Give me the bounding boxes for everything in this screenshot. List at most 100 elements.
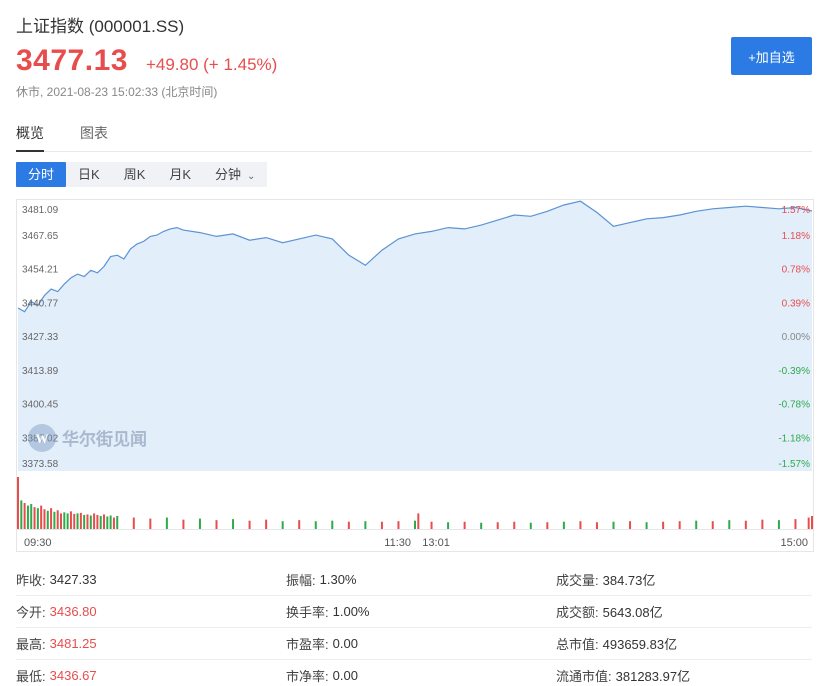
period-weekly-k[interactable]: 周K: [112, 162, 158, 187]
stat-value: 0.00: [332, 668, 358, 683]
tab-overview[interactable]: 概览: [16, 112, 44, 152]
intraday-chart[interactable]: 3481.09 3467.65 3454.21 3440.77 3427.33 3413.…: [16, 199, 814, 553]
volume-bar: [794, 519, 797, 529]
y-tick-label-right: -1.57%: [778, 459, 810, 470]
stat-label: 成交额:: [556, 605, 599, 620]
stat-value: 3436.80: [49, 604, 97, 619]
volume-bar: [30, 504, 33, 529]
stat-value: 3436.67: [49, 668, 97, 683]
chart-canvas: 3481.09 3467.65 3454.21 3440.77 3427.33 3413.…: [16, 199, 814, 552]
volume-bar: [66, 513, 69, 529]
stat-label: 换手率:: [286, 605, 329, 620]
y-tick-label-right: 1.18%: [782, 231, 810, 242]
y-tick-label-right: 0.78%: [782, 265, 810, 276]
add-to-watchlist-button[interactable]: +加自选: [731, 37, 812, 75]
chevron-down-icon: ⌄: [247, 171, 256, 182]
tab-chart[interactable]: 图表: [80, 112, 108, 151]
stat-cell: 市盈率: 0.00: [286, 634, 556, 653]
watermark-text: 华尔街见闻: [62, 429, 147, 450]
volume-bar: [811, 516, 813, 529]
watermark-icon-letter: W: [36, 431, 49, 446]
volume-bar: [807, 517, 810, 529]
y-tick-label-right: -1.18%: [778, 433, 810, 444]
stat-label: 流通市值:: [556, 669, 612, 684]
x-tick-label: 11:30: [384, 537, 411, 549]
volume-bar: [73, 513, 76, 529]
volume-bar: [103, 514, 106, 529]
volume-bar: [744, 520, 747, 529]
volume-bar: [414, 520, 416, 529]
volume-bar: [298, 520, 301, 529]
period-selector: 分时 日K 周K 月K 分钟 ⌄: [16, 162, 268, 187]
y-tick-label-left: 3373.58: [22, 459, 59, 470]
volume-bar: [198, 518, 201, 529]
volume-bar: [20, 500, 23, 529]
stat-label: 最低:: [16, 669, 46, 684]
stat-label: 成交量:: [556, 573, 599, 588]
stat-cell: 昨收: 3427.33: [16, 570, 286, 589]
volume-bar: [79, 512, 82, 529]
volume-bar: [761, 519, 764, 529]
stat-label: 市净率:: [286, 669, 329, 684]
y-tick-label-right: 1.57%: [782, 205, 810, 216]
volume-bar: [60, 513, 63, 529]
volume-bar: [711, 521, 714, 529]
volume-bar: [33, 507, 36, 529]
stat-cell: 流通市值: 381283.97亿: [556, 666, 812, 685]
market-status: 休市, 2021-08-23 15:02:33 (北京时间): [16, 85, 218, 99]
x-tick-label: 13:01: [422, 537, 450, 549]
stats-row: 最高: 3481.25 市盈率: 0.00 总市值: 493659.83亿: [16, 628, 812, 660]
stat-cell: 总市值: 493659.83亿: [556, 634, 812, 653]
volume-bar: [69, 511, 72, 529]
stat-value: 1.30%: [319, 572, 357, 587]
volume-bar: [109, 515, 112, 529]
current-price: 3477.13: [16, 44, 128, 77]
volume-bar: [43, 509, 46, 529]
volume-bar: [629, 521, 632, 529]
stat-cell: 市净率: 0.00: [286, 666, 556, 685]
stat-label: 振幅:: [286, 573, 316, 588]
stat-value: 3481.25: [49, 636, 97, 651]
volume-bar: [165, 517, 168, 529]
y-tick-label-left: 3440.77: [22, 298, 59, 309]
volume-bar: [595, 522, 598, 529]
stats-row: 最低: 3436.67 市净率: 0.00 流通市值: 381283.97亿: [16, 660, 812, 686]
volume-bar: [529, 522, 532, 529]
volume-bar: [645, 522, 648, 529]
y-tick-label-right: -0.78%: [778, 400, 810, 411]
stat-label: 今开:: [16, 605, 46, 620]
stat-value: 5643.08亿: [602, 605, 663, 620]
volume-bar: [26, 505, 29, 529]
y-tick-label-right: 0.39%: [782, 298, 810, 309]
stats-row: 昨收: 3427.33 振幅: 1.30% 成交量: 384.73亿: [16, 564, 812, 596]
volume-bar: [728, 520, 731, 529]
volume-bar: [678, 521, 681, 529]
volume-bar: [36, 508, 39, 529]
x-tick-label: 09:30: [24, 537, 52, 549]
volume-bar: [248, 520, 251, 529]
period-minute-label: 分钟: [215, 167, 242, 182]
volume-bar: [182, 519, 185, 529]
volume-bar: [695, 520, 698, 529]
volume-bar: [106, 516, 109, 529]
stat-label: 最高:: [16, 637, 46, 652]
price-change: +49.80 (+ 1.45%): [145, 55, 278, 74]
volume-bar: [53, 511, 56, 529]
period-minute-dropdown[interactable]: 分钟 ⌄: [203, 162, 267, 187]
volume-bar: [112, 517, 115, 529]
period-daily-k[interactable]: 日K: [66, 162, 112, 187]
y-tick-label-left: 3427.33: [22, 332, 59, 343]
volume-bar: [314, 521, 317, 529]
period-intraday[interactable]: 分时: [16, 162, 67, 187]
volume-bar: [116, 516, 119, 529]
y-tick-label-right: 0.00%: [782, 332, 810, 343]
stat-cell: 成交量: 384.73亿: [556, 570, 812, 589]
volume-bar: [777, 520, 780, 529]
volume-bar: [662, 521, 665, 529]
period-monthly-k[interactable]: 月K: [157, 162, 203, 187]
y-tick-label-left: 3467.65: [22, 231, 59, 242]
volume-bar: [447, 522, 450, 529]
volume-bar: [46, 510, 49, 529]
volume-bar: [496, 522, 499, 529]
volume-bar: [417, 513, 420, 529]
